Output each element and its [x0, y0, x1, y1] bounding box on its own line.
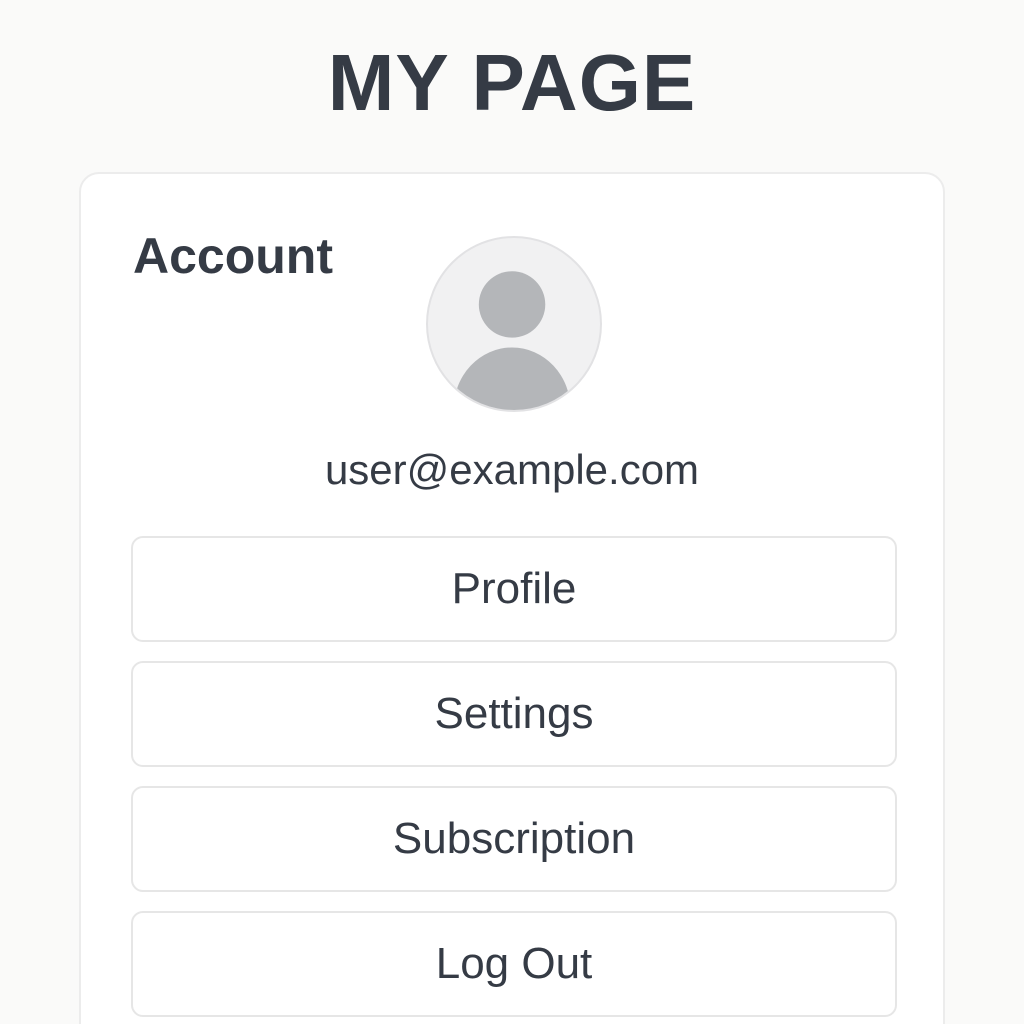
profile-button[interactable]: Profile	[131, 536, 897, 642]
settings-button[interactable]: Settings	[131, 661, 897, 767]
user-email: user@example.com	[324, 446, 700, 493]
page-title: MY PAGE	[327, 38, 697, 127]
account-card: Account user@example.com Profile Setting…	[79, 172, 945, 1024]
log-out-button[interactable]: Log Out	[131, 911, 897, 1017]
account-menu: Profile Settings Subscription Log Out	[131, 536, 897, 1024]
user-avatar-icon[interactable]	[426, 236, 602, 412]
subscription-button[interactable]: Subscription	[131, 786, 897, 892]
account-section-title: Account	[133, 228, 333, 284]
